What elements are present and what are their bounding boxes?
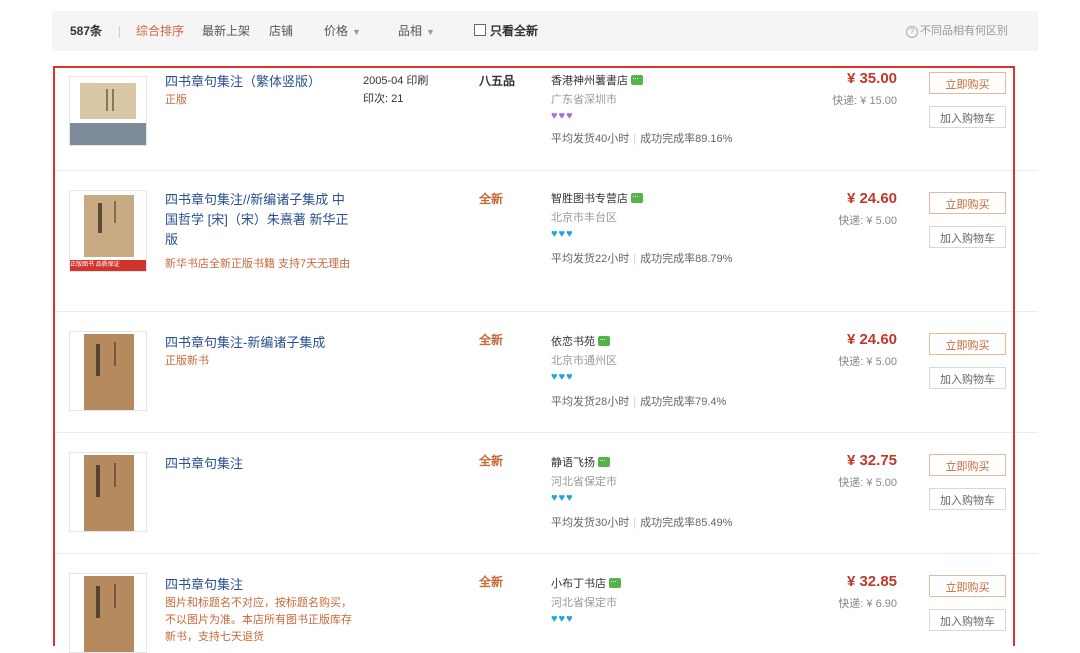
sort-shop[interactable]: 店铺 bbox=[269, 11, 293, 51]
sort-newest[interactable]: 最新上架 bbox=[202, 11, 250, 51]
only-new-label: 只看全新 bbox=[490, 24, 539, 38]
result-count: 587条 bbox=[70, 24, 103, 38]
condition-help-link[interactable]: ? 不同品相有何区别 bbox=[906, 11, 1008, 51]
checkbox-icon bbox=[474, 24, 486, 36]
divider: | bbox=[118, 24, 122, 38]
question-circle-icon: ? bbox=[906, 26, 918, 38]
sort-comprehensive[interactable]: 综合排序 bbox=[136, 11, 184, 51]
sort-price[interactable]: 价格 ▼ bbox=[324, 11, 361, 52]
selection-highlight bbox=[53, 66, 1015, 646]
sort-price-label: 价格 bbox=[324, 24, 349, 38]
sort-condition-label: 品相 bbox=[398, 24, 423, 38]
caret-down-icon: ▼ bbox=[426, 27, 435, 37]
condition-help-label: 不同品相有何区别 bbox=[920, 25, 1008, 37]
only-new-checkbox[interactable]: 只看全新 bbox=[474, 11, 538, 51]
sort-condition[interactable]: 品相 ▼ bbox=[398, 11, 435, 52]
filter-bar: 587条 | 综合排序 最新上架 店铺 价格 ▼ 品相 ▼ 只看全新 ? 不同品相有何… bbox=[52, 11, 1038, 51]
caret-down-icon: ▼ bbox=[352, 27, 361, 37]
